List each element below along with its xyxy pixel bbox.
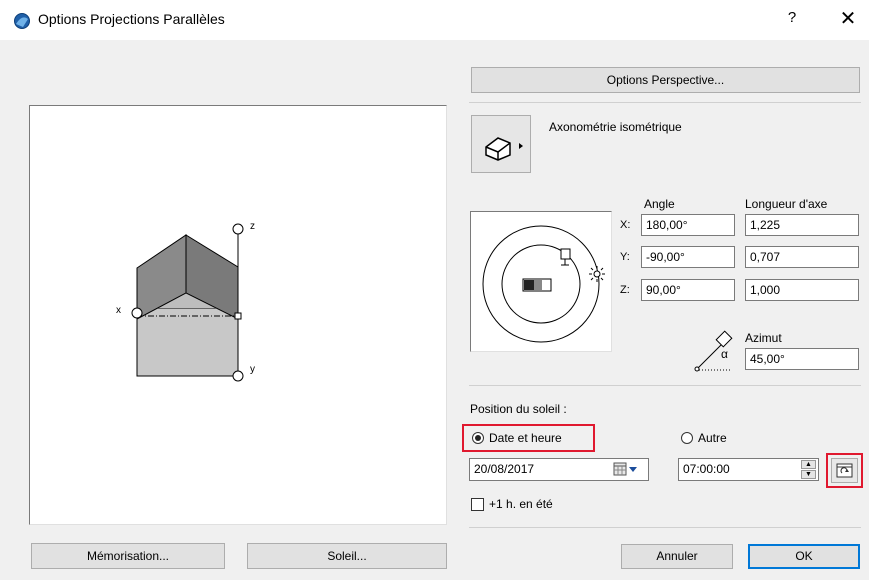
x-angle-field[interactable]: 180,00° (641, 214, 735, 236)
sun-icon (589, 266, 605, 282)
date-value: 20/08/2017 (474, 462, 535, 476)
perspective-options-button[interactable]: Options Perspective... (471, 67, 860, 93)
separator (469, 102, 861, 103)
time-spinner[interactable]: ▲ ▼ (801, 460, 816, 479)
x-row-label: X: (620, 219, 631, 231)
app-icon (14, 13, 30, 29)
cancel-button[interactable]: Annuler (621, 544, 733, 569)
azimuth-icon (694, 330, 733, 372)
calendar-icon (613, 462, 637, 476)
azimuth-field[interactable]: 45,00° (745, 348, 859, 370)
other-label[interactable]: Autre (698, 431, 727, 445)
azimuth-symbol: α (721, 347, 728, 361)
y-angle-field[interactable]: -90,00° (641, 246, 735, 268)
calendar-dropdown-button[interactable] (612, 460, 646, 479)
memorisation-button[interactable]: Mémorisation... (31, 543, 225, 569)
time-value: 07:00:00 (683, 462, 730, 476)
y-row-label: Y: (620, 251, 630, 263)
camera-icon (560, 248, 571, 266)
projection-preview: z x y (29, 105, 447, 525)
z-row-label: Z: (620, 284, 630, 296)
y-length-field[interactable]: 0,707 (745, 246, 859, 268)
projection-type-label: Axonométrie isométrique (549, 120, 682, 134)
sun-calendar-icon (836, 463, 853, 478)
projection-type-picker[interactable] (471, 115, 531, 173)
azimuth-label: Azimut (745, 331, 782, 345)
dst-label[interactable]: +1 h. en été (489, 497, 553, 511)
close-button[interactable]: ✕ (836, 6, 860, 31)
center-handle (234, 312, 242, 320)
z-length-field[interactable]: 1,000 (745, 279, 859, 301)
time-spin-up[interactable]: ▲ (801, 460, 816, 469)
other-radio[interactable] (681, 432, 693, 444)
angle-header: Angle (644, 197, 675, 211)
window-title: Options Projections Parallèles (38, 11, 225, 27)
y-axis-label: y (250, 364, 255, 375)
axis-length-header: Longueur d'axe (745, 197, 828, 211)
title-bar: Options Projections Parallèles ? ✕ (0, 0, 869, 40)
house-icon (485, 137, 523, 161)
time-spin-down[interactable]: ▼ (801, 470, 816, 479)
separator (469, 385, 861, 386)
angle-diagram[interactable] (470, 211, 612, 352)
x-length-field[interactable]: 1,225 (745, 214, 859, 236)
help-button[interactable]: ? (782, 9, 802, 26)
separator (469, 527, 861, 528)
z-axis-label: z (250, 221, 255, 232)
soleil-button[interactable]: Soleil... (247, 543, 447, 569)
compass-drawing (482, 225, 605, 343)
y-axis-handle (232, 370, 244, 382)
time-field[interactable]: 07:00:00 (678, 458, 819, 481)
sun-calendar-button[interactable] (831, 458, 858, 483)
date-time-label[interactable]: Date et heure (489, 431, 562, 445)
x-axis-handle (131, 307, 143, 319)
date-time-radio[interactable] (472, 432, 484, 444)
x-axis-label: x (116, 305, 121, 316)
house-wall (136, 307, 239, 377)
preview-drawing (131, 223, 244, 382)
z-axis-handle (232, 223, 244, 235)
dst-checkbox[interactable] (471, 498, 484, 511)
ok-button[interactable]: OK (748, 544, 860, 569)
z-angle-field[interactable]: 90,00° (641, 279, 735, 301)
sun-position-label: Position du soleil : (470, 402, 567, 416)
